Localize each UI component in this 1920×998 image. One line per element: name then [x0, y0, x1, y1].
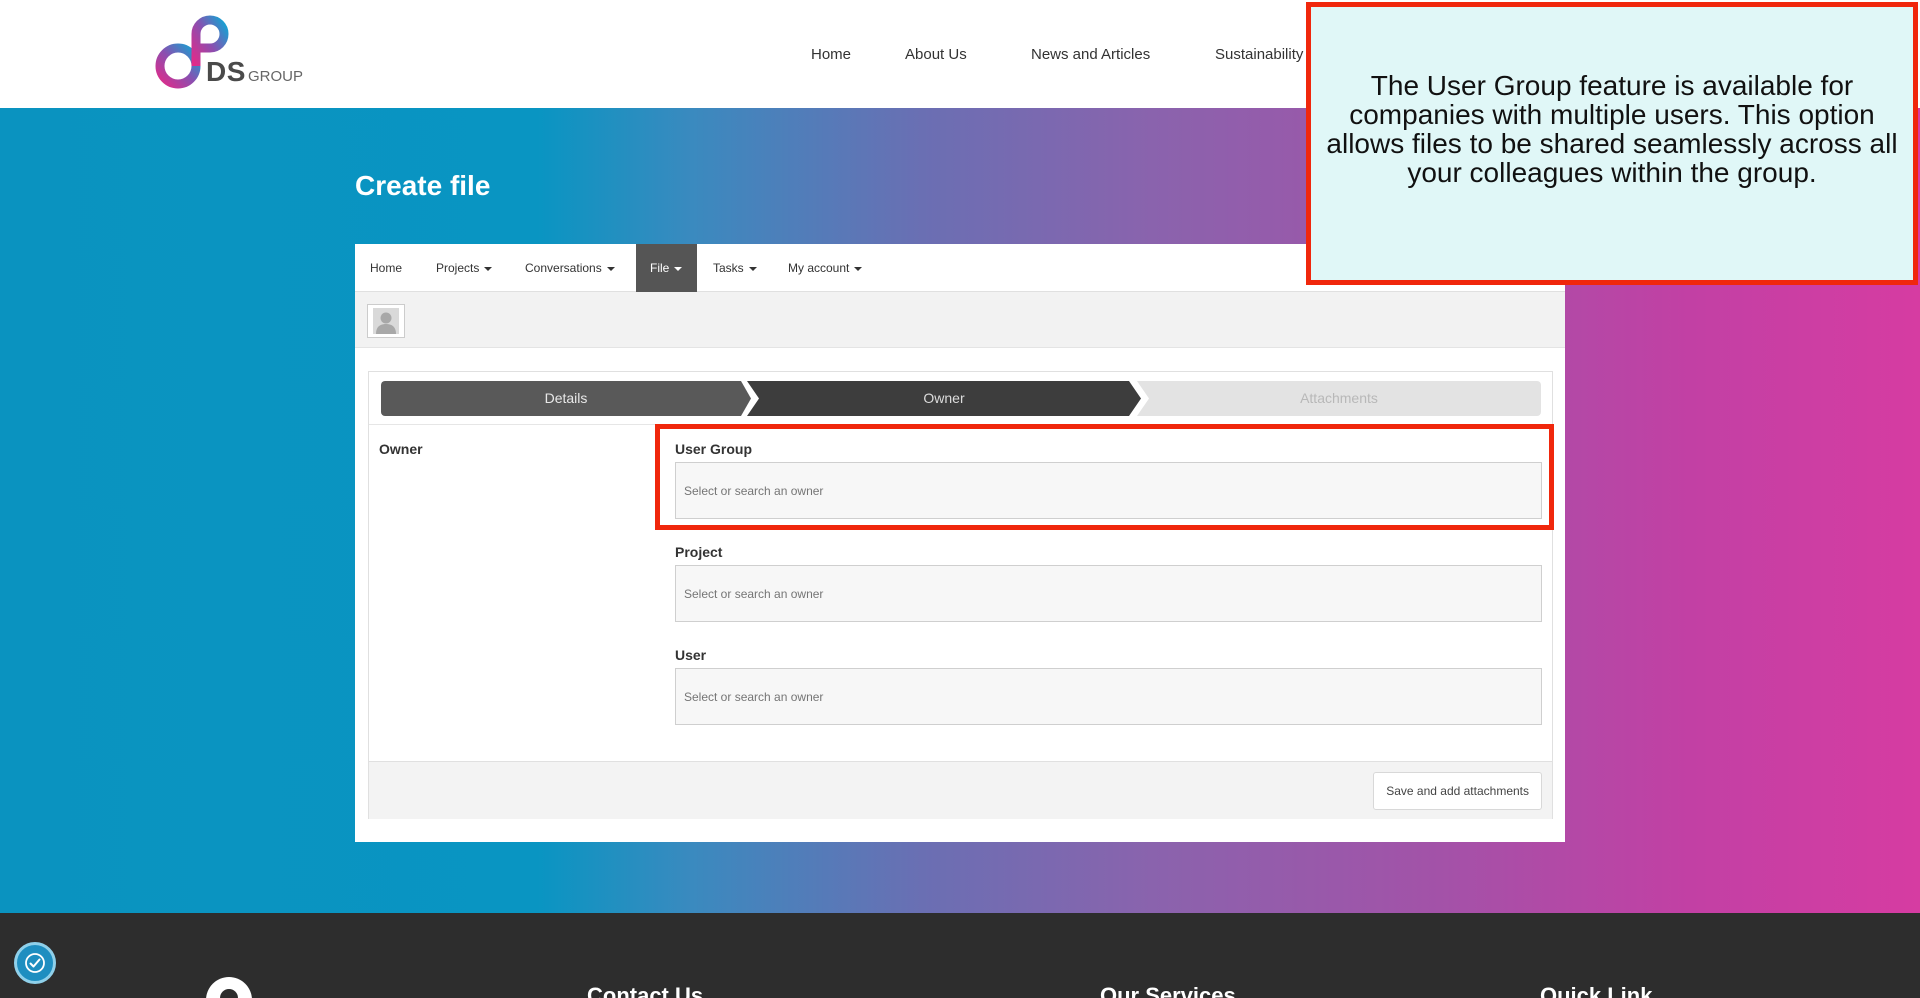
- footer-logo-icon: [206, 977, 252, 998]
- user-label: User: [675, 647, 707, 663]
- user-silhouette-icon: [373, 308, 399, 334]
- caret-down-icon: [748, 266, 757, 271]
- wizard-step-details[interactable]: Details: [381, 381, 751, 416]
- callout-text: The User Group feature is available for …: [1326, 69, 1898, 188]
- wizard-step-attachments-label: Attachments: [1300, 390, 1378, 406]
- tab-home[interactable]: Home: [370, 244, 402, 292]
- tab-my-account[interactable]: My account: [788, 244, 863, 292]
- user-group-highlight: [655, 424, 1554, 530]
- user-select[interactable]: [675, 668, 1542, 725]
- wizard-progress: Details Owner Attachments: [381, 381, 1541, 416]
- nav-home[interactable]: Home: [811, 46, 851, 63]
- user-avatar-strip: [355, 292, 1565, 348]
- nav-about-us[interactable]: About Us: [905, 46, 967, 63]
- logo-group-text: GROUP: [248, 68, 304, 85]
- tab-tasks-label: Tasks: [713, 261, 744, 275]
- user-group-callout: The User Group feature is available for …: [1306, 2, 1918, 285]
- create-file-panel: Home Projects Conversations File Tasks M…: [355, 244, 1565, 842]
- tab-tasks[interactable]: Tasks: [713, 244, 757, 292]
- caret-down-icon: [674, 266, 683, 271]
- footer-heading-contact-us: Contact Us: [587, 983, 704, 998]
- caret-down-icon: [854, 266, 863, 271]
- footer-heading-quick-link: Quick Link: [1540, 983, 1653, 998]
- wizard-step-attachments: Attachments: [1137, 381, 1541, 416]
- wizard-step-details-label: Details: [544, 390, 588, 406]
- footer-heading-our-services: Our Services: [1100, 983, 1236, 998]
- wizard-step-owner-label: Owner: [923, 390, 965, 406]
- nav-news-and-articles[interactable]: News and Articles: [1031, 46, 1150, 63]
- avatar[interactable]: [367, 304, 405, 338]
- tab-conversations-label: Conversations: [525, 261, 602, 275]
- nav-sustainability[interactable]: Sustainability: [1215, 46, 1303, 63]
- tab-projects-label: Projects: [436, 261, 480, 275]
- owner-section-label: Owner: [379, 441, 423, 457]
- ds-group-logo[interactable]: DS GROUP: [152, 14, 312, 94]
- project-label: Project: [675, 544, 723, 560]
- save-and-add-attachments-button[interactable]: Save and add attachments: [1373, 772, 1542, 810]
- tab-home-label: Home: [370, 261, 403, 275]
- site-footer: Contact Us Our Services Quick Link: [0, 913, 1920, 998]
- tab-file[interactable]: File: [636, 244, 697, 292]
- caret-down-icon: [606, 266, 615, 271]
- checkmark-badge-icon: [25, 953, 45, 973]
- tab-file-label: File: [650, 261, 670, 275]
- consent-settings-button[interactable]: [14, 942, 56, 984]
- tab-projects[interactable]: Projects: [436, 244, 493, 292]
- wizard-step-owner[interactable]: Owner: [747, 381, 1141, 416]
- form-footer: Save and add attachments: [369, 761, 1552, 819]
- page-title: Create file: [355, 170, 491, 201]
- logo-brand-text: DS: [206, 56, 246, 87]
- project-select[interactable]: [675, 565, 1542, 622]
- tab-my-account-label: My account: [788, 261, 850, 275]
- tab-conversations[interactable]: Conversations: [525, 244, 615, 292]
- caret-down-icon: [484, 266, 493, 271]
